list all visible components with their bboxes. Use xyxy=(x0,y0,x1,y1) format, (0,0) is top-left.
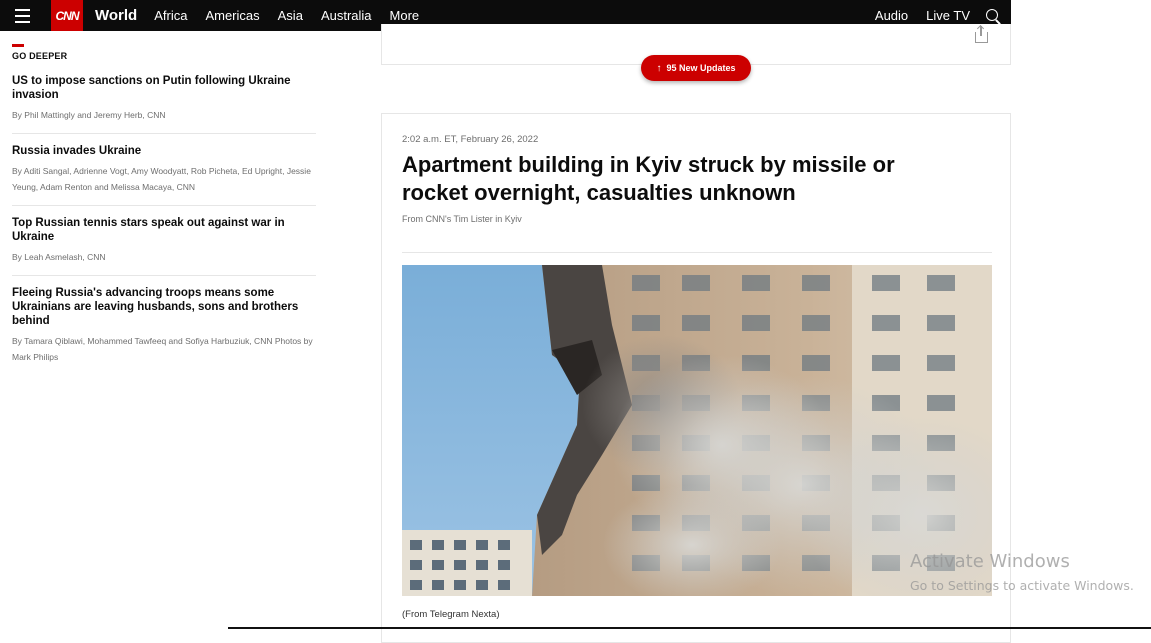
share-icon[interactable] xyxy=(975,26,988,43)
watermark-title: Activate Windows xyxy=(910,551,1070,572)
arrow-up-icon: ↑ xyxy=(656,62,662,74)
nav-link-australia[interactable]: Australia xyxy=(312,8,381,23)
nav-link-africa[interactable]: Africa xyxy=(145,8,196,23)
live-tv-link[interactable]: Live TV xyxy=(917,8,979,23)
photo-caption: (From Telegram Nexta) xyxy=(402,609,500,620)
sidebar-heading: GO DEEPER xyxy=(12,51,68,61)
story-title-link[interactable]: Russia invades Ukraine xyxy=(12,144,316,158)
menu-icon[interactable] xyxy=(0,0,44,31)
divider xyxy=(402,252,992,253)
nav-right: Audio Live TV xyxy=(866,8,1011,24)
story-title-link[interactable]: Fleeing Russia's advancing troops means … xyxy=(12,286,316,328)
section-title[interactable]: World xyxy=(95,7,137,24)
post-author: From CNN's Tim Lister in Kyiv xyxy=(402,214,522,224)
audio-link[interactable]: Audio xyxy=(866,8,917,23)
sidebar-story: Russia invades Ukraine By Aditi Sangal, … xyxy=(12,144,316,206)
nav-link-asia[interactable]: Asia xyxy=(269,8,312,23)
story-byline: By Tamara Qiblawi, Mohammed Tawfeeq and … xyxy=(12,336,313,362)
go-deeper-sidebar: GO DEEPER US to impose sanctions on Puti… xyxy=(12,44,316,385)
new-updates-button[interactable]: ↑ 95 New Updates xyxy=(641,55,751,81)
nav-link-americas[interactable]: Americas xyxy=(196,8,268,23)
post-headline: Apartment building in Kyiv struck by mis… xyxy=(402,152,895,205)
sidebar-story: Top Russian tennis stars speak out again… xyxy=(12,216,316,276)
nav-link-more[interactable]: More xyxy=(381,8,429,23)
watermark-subtitle: Go to Settings to activate Windows. xyxy=(910,578,1134,593)
activate-windows-watermark: Activate Windows Go to Settings to activ… xyxy=(910,551,1134,593)
story-byline: By Leah Asmelash, CNN xyxy=(12,252,106,262)
search-icon[interactable] xyxy=(985,8,1001,24)
story-title-link[interactable]: US to impose sanctions on Putin followin… xyxy=(12,74,316,102)
post-timestamp: 2:02 a.m. ET, February 26, 2022 xyxy=(402,134,539,145)
story-byline: By Phil Mattingly and Jeremy Herb, CNN xyxy=(12,110,166,120)
story-title-link[interactable]: Top Russian tennis stars speak out again… xyxy=(12,216,316,244)
new-updates-label: 95 New Updates xyxy=(666,63,736,73)
post-photo[interactable] xyxy=(402,265,992,596)
nav-links: Africa Americas Asia Australia More xyxy=(145,8,428,23)
sidebar-story: US to impose sanctions on Putin followin… xyxy=(12,74,316,134)
story-byline: By Aditi Sangal, Adrienne Vogt, Amy Wood… xyxy=(12,166,311,192)
sidebar-story: Fleeing Russia's advancing troops means … xyxy=(12,286,316,375)
accent-bar xyxy=(12,44,24,47)
cnn-logo[interactable]: CNN xyxy=(51,0,83,31)
